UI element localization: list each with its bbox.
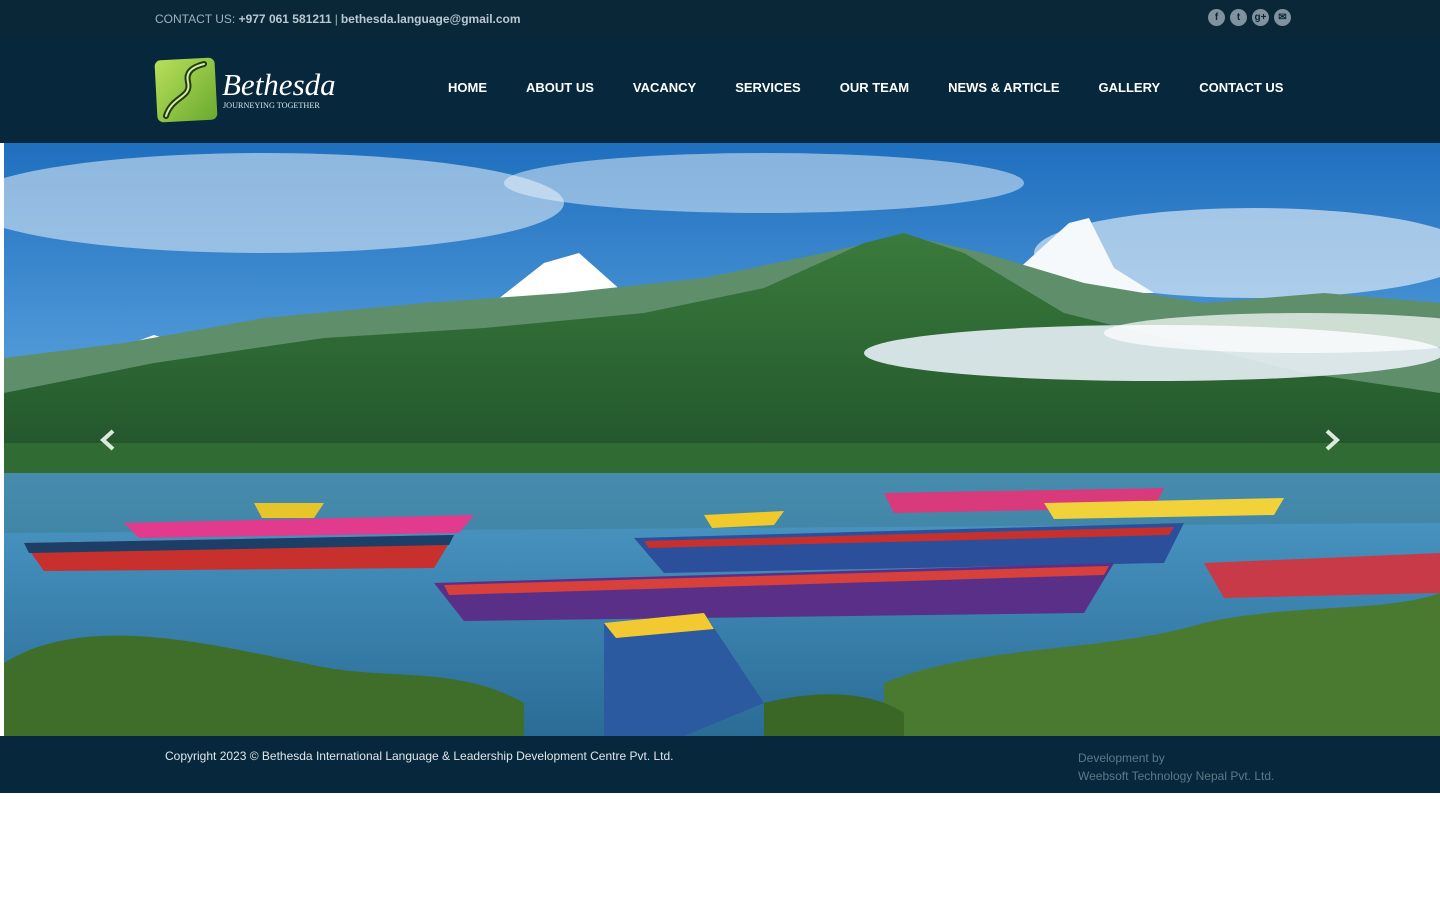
dev-line-2[interactable]: Weebsoft Technology Nepal Pvt. Ltd. <box>1078 767 1274 785</box>
hero-slider[interactable] <box>4 143 1440 736</box>
nav-vacancy[interactable]: VACANCY <box>633 80 696 95</box>
chevron-left-icon[interactable] <box>98 428 118 452</box>
logo-tagline: JOURNEYING TOGETHER <box>223 101 320 110</box>
nav-our-team[interactable]: OUR TEAM <box>840 80 909 95</box>
twitter-icon[interactable]: t <box>1230 9 1247 26</box>
contact-email[interactable]: bethesda.language@gmail.com <box>341 12 521 26</box>
contact-phone[interactable]: +977 061 581211 <box>239 12 332 26</box>
social-links: f t g+ ✉ <box>1208 9 1291 26</box>
hero-landscape-image <box>4 143 1440 736</box>
email-icon[interactable]: ✉ <box>1274 9 1291 26</box>
nav-gallery[interactable]: GALLERY <box>1099 80 1161 95</box>
nav-about-us[interactable]: ABOUT US <box>526 80 594 95</box>
nav-services[interactable]: SERVICES <box>735 80 801 95</box>
main-nav: HOME ABOUT US VACANCY SERVICES OUR TEAM … <box>448 80 1283 95</box>
nav-news-article[interactable]: NEWS & ARTICLE <box>948 80 1059 95</box>
copyright-text: Copyright 2023 © Bethesda International … <box>165 749 674 763</box>
facebook-icon[interactable]: f <box>1208 9 1225 26</box>
dev-line-1: Development by <box>1078 751 1165 765</box>
top-contact-bar: CONTACT US: +977 061 581211 | bethesda.lan… <box>0 0 1440 38</box>
contact-separator: | <box>334 12 338 26</box>
site-logo[interactable]: Bethesda JOURNEYING TOGETHER <box>152 56 342 128</box>
contact-info: CONTACT US: +977 061 581211 | bethesda.lan… <box>155 12 521 26</box>
nav-contact-us[interactable]: CONTACT US <box>1199 80 1283 95</box>
contact-label: CONTACT US: <box>155 12 236 26</box>
logo-name: Bethesda <box>222 67 336 102</box>
google-plus-icon[interactable]: g+ <box>1252 9 1269 26</box>
developer-credit[interactable]: Development by Weebsoft Technology Nepal… <box>1078 749 1274 785</box>
nav-home[interactable]: HOME <box>448 80 487 95</box>
chevron-right-icon[interactable] <box>1322 428 1342 452</box>
